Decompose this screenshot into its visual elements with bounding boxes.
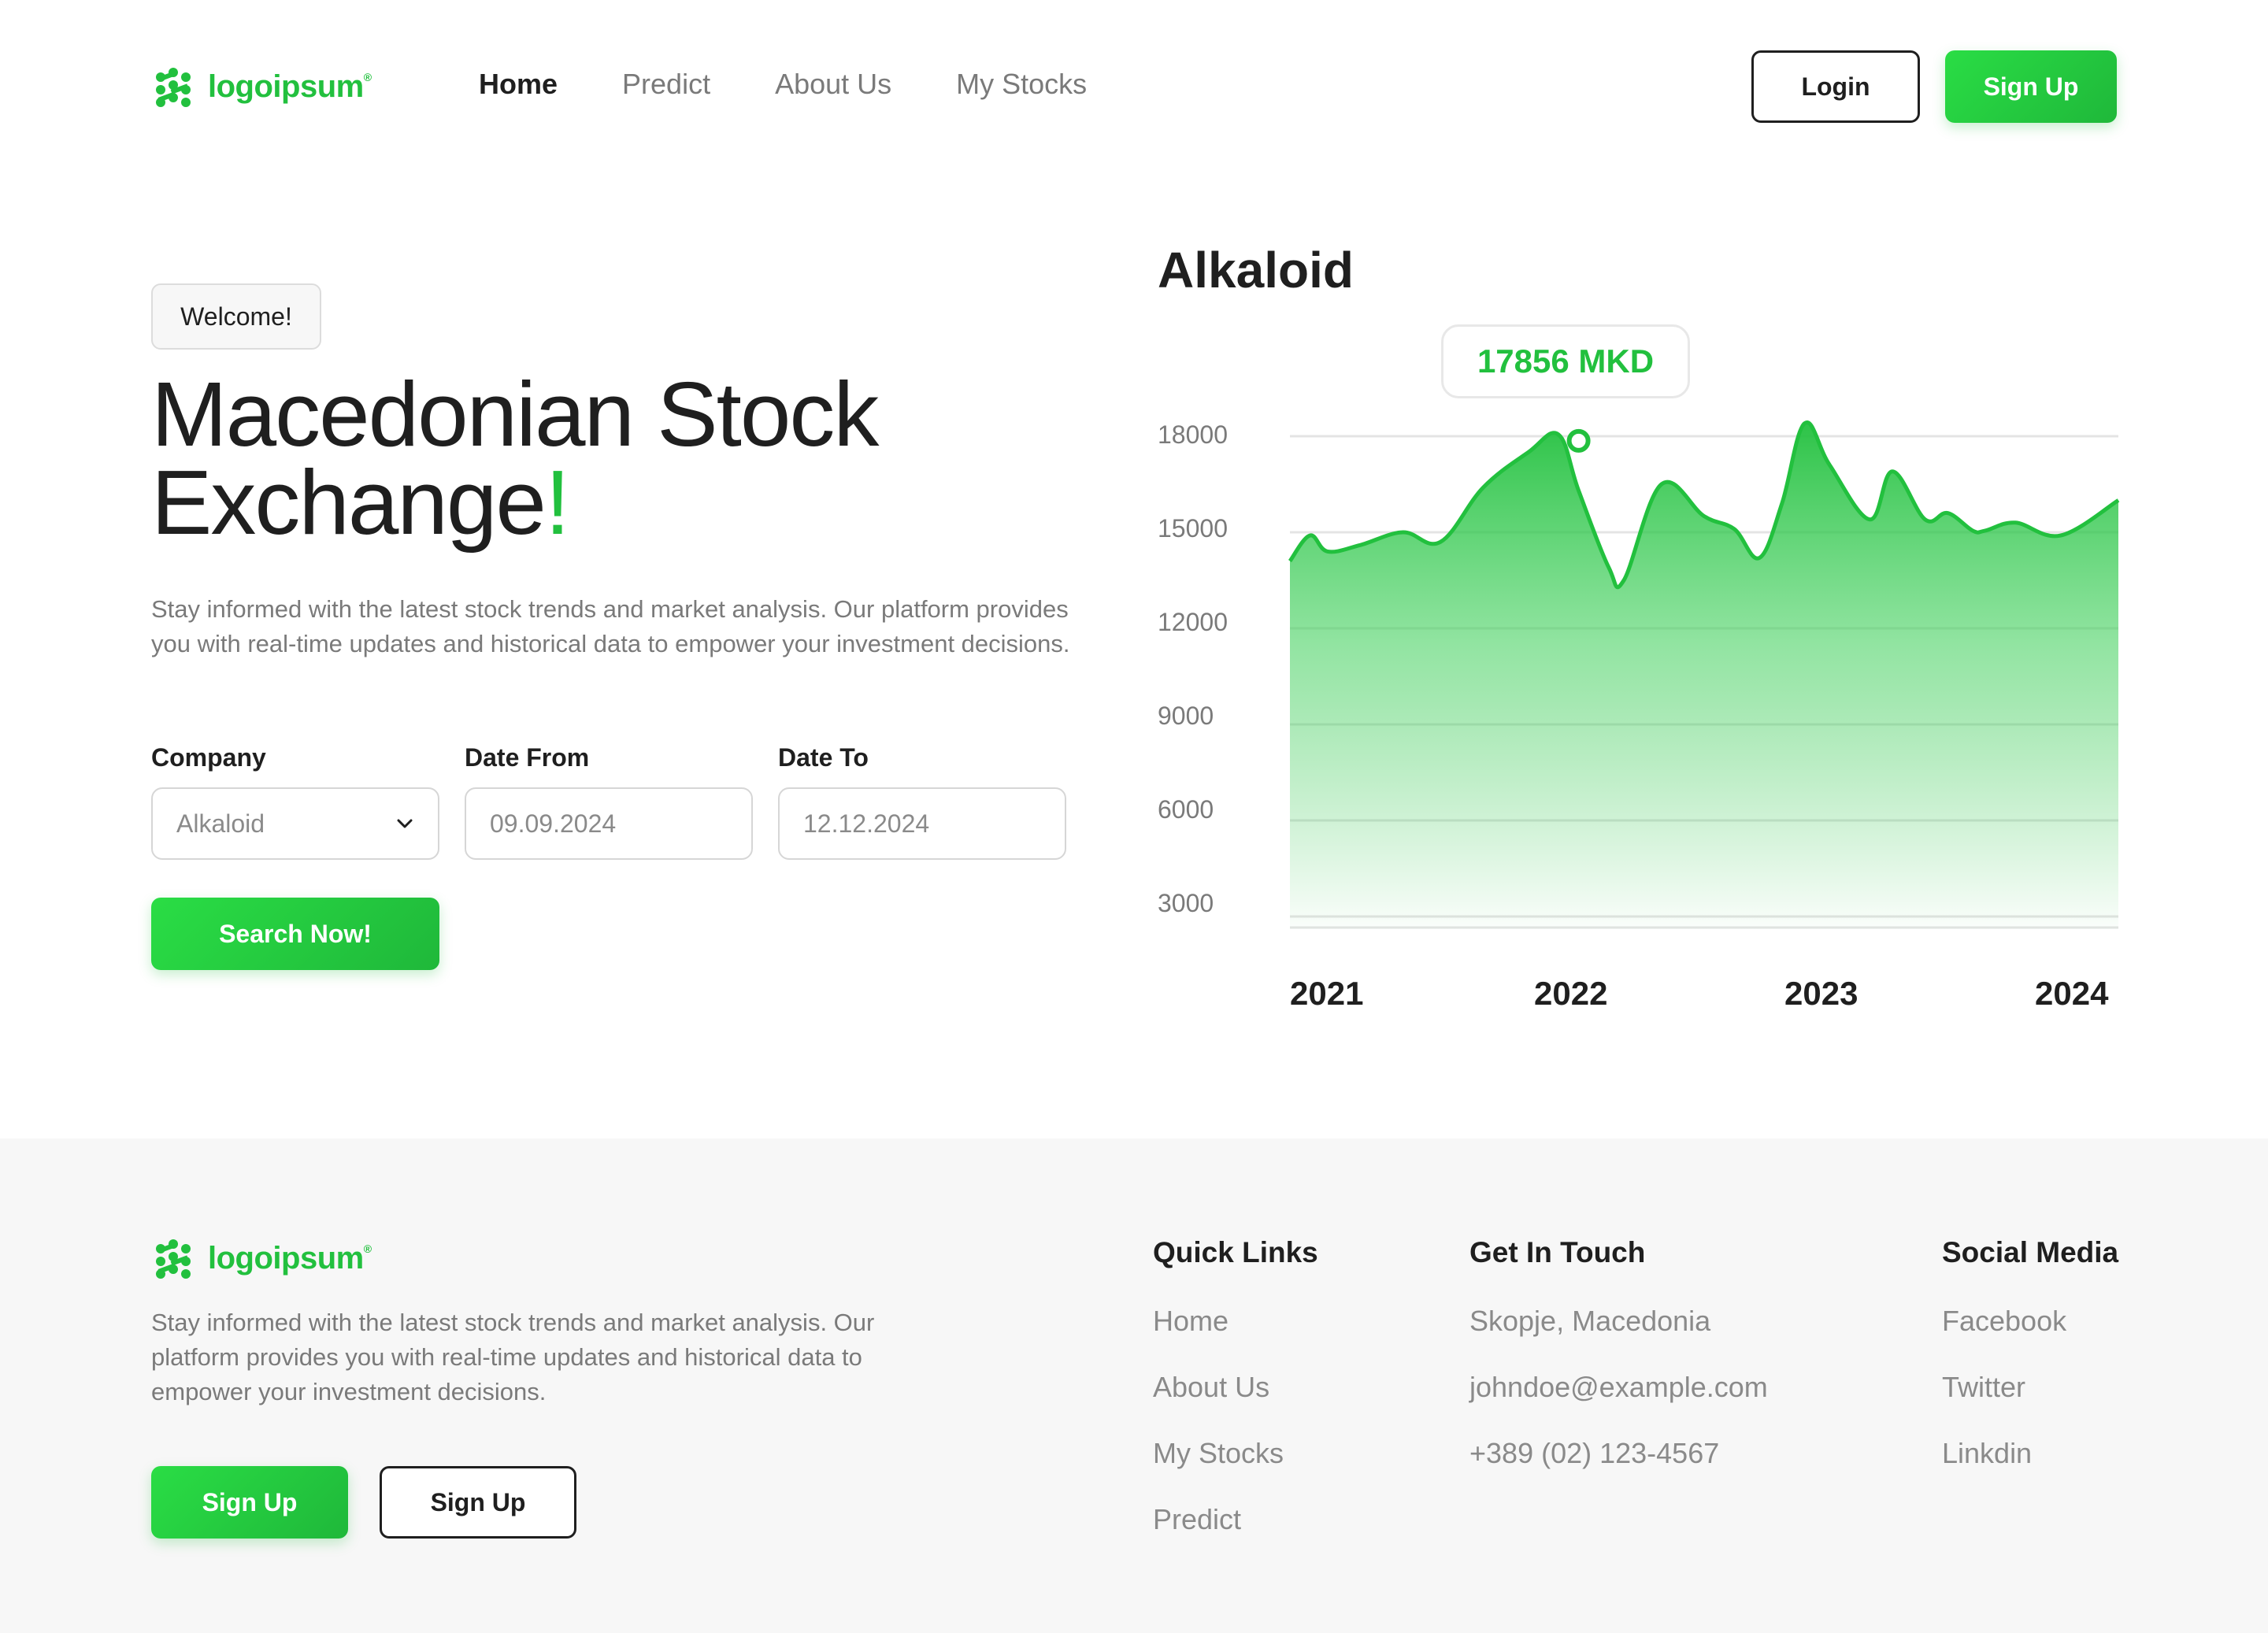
date-to-label: Date To xyxy=(778,743,869,772)
contact-location: Skopje, Macedonia xyxy=(1469,1305,1711,1337)
footer-link-home[interactable]: Home xyxy=(1153,1305,1318,1337)
social-link-linkedin[interactable]: Linkdin xyxy=(1942,1438,2118,1469)
chart-title: Alkaloid xyxy=(1158,242,1354,298)
x-tick-label: 2021 xyxy=(1290,975,1364,1012)
social-media-title: Social Media xyxy=(1942,1236,2119,1268)
chevron-down-icon xyxy=(397,819,413,828)
quick-links-title: Quick Links xyxy=(1153,1236,1318,1268)
title-exclamation: ! xyxy=(544,451,570,554)
footer-description: Stay informed with the latest stock tren… xyxy=(151,1309,875,1405)
footer-brand-logo[interactable]: logoipsum® xyxy=(151,1236,372,1280)
brand-name: logoipsum® xyxy=(208,69,372,104)
nav-links: Home Predict About Us My Stocks xyxy=(479,68,1087,101)
contact-column: Get In Touch Skopje, Macedonia johndoe@e… xyxy=(1469,1236,1768,1504)
company-label: Company xyxy=(151,743,266,772)
nav-link-predict[interactable]: Predict xyxy=(622,68,710,101)
quick-links-column: Quick Links Home About Us My Stocks Pred… xyxy=(1153,1236,1318,1570)
logo-mark-icon xyxy=(156,68,191,107)
x-tick-label: 2024 xyxy=(2035,975,2109,1012)
logo-mark-icon xyxy=(156,1239,191,1279)
signup-button[interactable]: Sign Up xyxy=(1945,50,2117,123)
x-tick-label: 2023 xyxy=(1784,975,1858,1012)
y-tick-label: 3000 xyxy=(1158,889,1214,917)
date-from-value: 09.09.2024 xyxy=(490,809,617,838)
footer-brand-name: logoipsum® xyxy=(208,1240,372,1276)
x-tick-label: 2022 xyxy=(1534,975,1608,1012)
chart-highlight-point[interactable] xyxy=(1566,428,1591,453)
social-link-twitter[interactable]: Twitter xyxy=(1942,1372,2118,1403)
contact-title: Get In Touch xyxy=(1469,1236,1646,1268)
footer-link-my-stocks[interactable]: My Stocks xyxy=(1153,1438,1318,1469)
footer: logoipsum® Stay informed with the latest… xyxy=(0,1139,2268,1633)
footer-link-predict[interactable]: Predict xyxy=(1153,1504,1318,1535)
company-select[interactable]: Alkaloid xyxy=(151,787,439,860)
area-chart xyxy=(1288,420,2120,929)
login-button[interactable]: Login xyxy=(1751,50,1920,123)
nav-link-about-us[interactable]: About Us xyxy=(775,68,891,101)
chart-area-fill xyxy=(1290,422,2118,929)
social-link-facebook[interactable]: Facebook xyxy=(1942,1305,2118,1337)
footer-link-about-us[interactable]: About Us xyxy=(1153,1372,1318,1403)
social-media-column: Social Media Facebook Twitter Linkdin xyxy=(1942,1236,2118,1504)
nav-link-my-stocks[interactable]: My Stocks xyxy=(956,68,1087,101)
contact-email-link[interactable]: johndoe@example.com xyxy=(1469,1372,1768,1403)
contact-phone-link[interactable]: +389 (02) 123-4567 xyxy=(1469,1438,1768,1469)
hero-description: Stay informed with the latest stock tren… xyxy=(151,595,1070,657)
page-title: Macedonian Stock Exchange! xyxy=(151,368,1096,548)
footer-signup-button[interactable]: Sign Up xyxy=(151,1466,348,1539)
nav-link-home[interactable]: Home xyxy=(479,68,558,101)
company-select-value: Alkaloid xyxy=(176,809,265,838)
footer-signup-outline-button[interactable]: Sign Up xyxy=(380,1466,576,1539)
y-tick-label: 18000 xyxy=(1158,420,1228,449)
y-tick-label: 6000 xyxy=(1158,795,1214,824)
search-now-button[interactable]: Search Now! xyxy=(151,898,439,970)
price-tooltip: 17856 MKD xyxy=(1441,324,1690,398)
y-tick-label: 15000 xyxy=(1158,514,1228,542)
date-from-input[interactable]: 09.09.2024 xyxy=(465,787,753,860)
top-navigation: logoipsum® Home Predict About Us My Stoc… xyxy=(0,0,2268,173)
y-tick-label: 12000 xyxy=(1158,608,1228,636)
title-line-1: Macedonian Stock xyxy=(151,363,879,465)
title-line-2: Exchange xyxy=(151,451,547,554)
date-to-value: 12.12.2024 xyxy=(803,809,930,838)
brand-logo[interactable]: logoipsum® xyxy=(151,65,372,109)
date-from-label: Date From xyxy=(465,743,590,772)
date-to-input[interactable]: 12.12.2024 xyxy=(778,787,1066,860)
welcome-badge: Welcome! xyxy=(151,283,321,350)
y-tick-label: 9000 xyxy=(1158,702,1214,730)
